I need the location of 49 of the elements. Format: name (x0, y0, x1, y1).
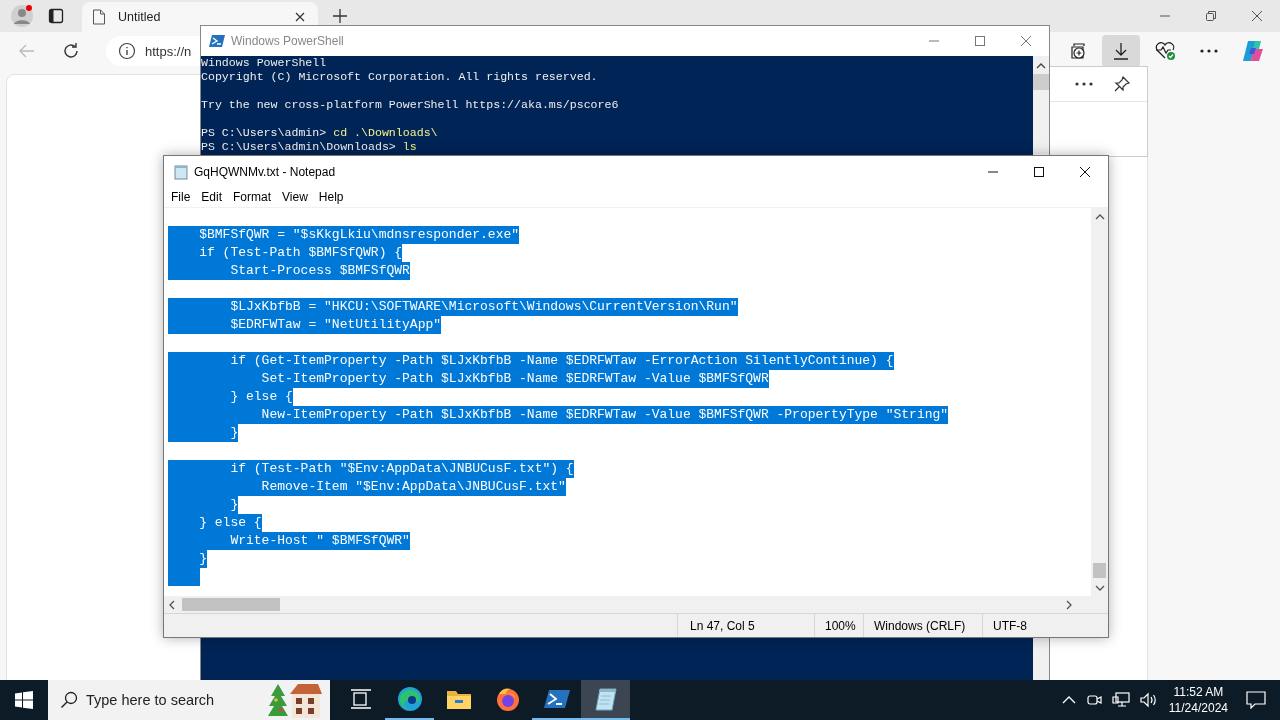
pin-icon[interactable] (1113, 75, 1131, 93)
scrollbar-thumb[interactable] (1093, 563, 1106, 578)
download-icon[interactable] (1102, 35, 1140, 67)
chevron-up-icon[interactable] (1036, 62, 1046, 70)
tree-house-drawing (268, 682, 324, 718)
console-prompt: PS C:\Users\admin\Downloads> (201, 140, 397, 153)
console-line: Try the new cross-platform PowerShell https://aka.ms/pscore6 (201, 98, 619, 111)
cursor-position: Ln 47, Col 5 (677, 614, 814, 637)
chevron-down-icon[interactable] (1094, 584, 1105, 592)
scrollbar[interactable] (164, 596, 1091, 613)
address-text: https://n (145, 43, 192, 59)
scrollbar[interactable] (1033, 56, 1049, 154)
profile-icon[interactable] (10, 4, 34, 28)
scrollbar[interactable] (1091, 208, 1108, 596)
chevron-left-icon[interactable] (168, 599, 176, 610)
scrollbar-thumb[interactable] (182, 598, 280, 611)
menu-item[interactable]: Help (313, 190, 349, 204)
more-icon[interactable] (1075, 82, 1093, 86)
new-tab-icon[interactable] (332, 8, 348, 24)
menu-item[interactable]: Format (228, 190, 277, 204)
encoding: UTF-8 (982, 614, 1108, 637)
menu-item[interactable]: Edit (196, 190, 228, 204)
tab-actions-icon[interactable] (48, 8, 64, 24)
console-prompt: PS C:\Users\admin> (201, 126, 328, 139)
refresh-icon[interactable] (62, 42, 80, 60)
notepad-icon[interactable] (581, 680, 630, 720)
console-command: ls (402, 140, 417, 153)
chevron-right-icon[interactable] (1065, 599, 1073, 610)
clock-time[interactable]: 11:52 AM (1173, 684, 1224, 700)
console-line: Copyright (C) Microsoft Corporation. All rights reserved. (201, 70, 598, 83)
page-icon (92, 9, 106, 25)
search-icon (60, 691, 78, 709)
scrollbar-thumb[interactable] (1033, 74, 1049, 90)
notepad-icon (173, 163, 189, 180)
info-icon (118, 42, 136, 60)
window-title: Windows PowerShell (231, 34, 344, 48)
clock-date[interactable]: 11/24/2024 (1168, 700, 1228, 716)
powershell-icon (209, 34, 225, 48)
zoom-level: 100% (814, 614, 863, 637)
browser-tab[interactable]: Untitled (82, 2, 318, 32)
chevron-up-icon[interactable] (1094, 213, 1105, 221)
menu-item[interactable]: File (166, 190, 196, 204)
line-ending: Windows (CRLF) (863, 614, 982, 637)
console-line: Windows PowerShell (201, 56, 327, 69)
scrollbar-track[interactable] (1033, 636, 1049, 680)
menu-item[interactable]: View (277, 190, 313, 204)
console-command: cd .\Downloads\ (333, 126, 438, 139)
address-bar[interactable]: https://n (106, 36, 200, 66)
window-title: GqHQWNMv.txt - Notepad (194, 164, 336, 179)
